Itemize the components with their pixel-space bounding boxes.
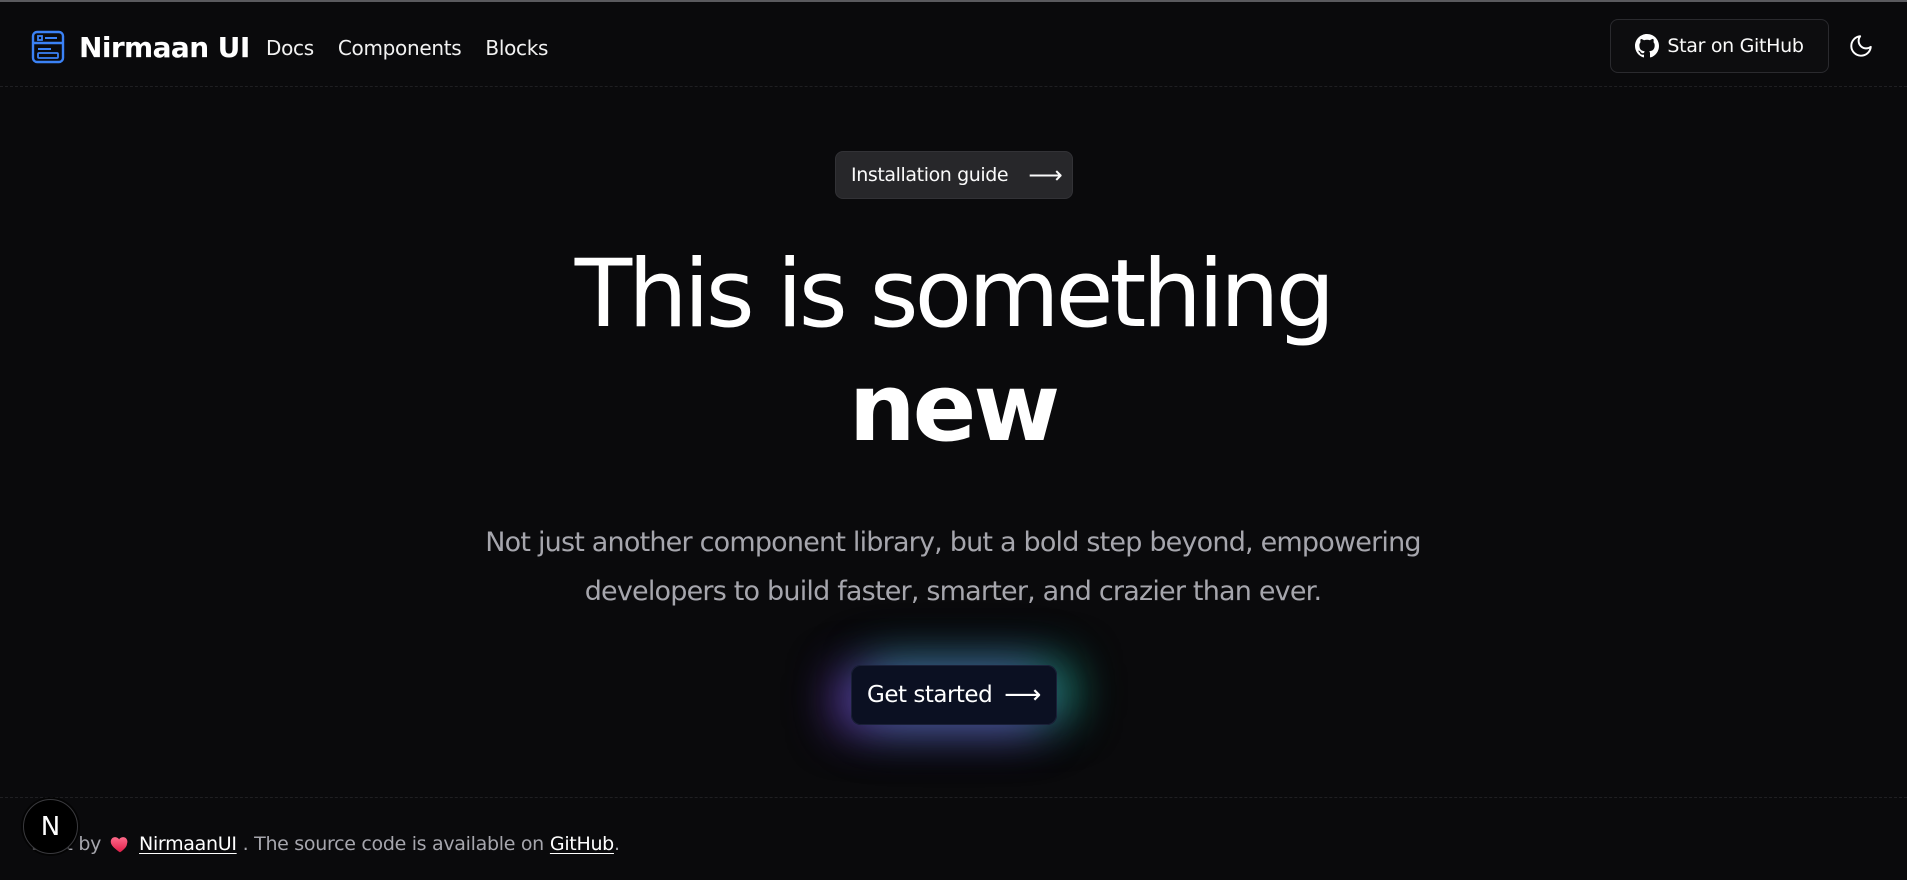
installation-guide-button[interactable]: Installation guide ⟶ [835, 151, 1073, 199]
get-started-label: Get started [867, 682, 993, 708]
site-footer: Built by NirmaanUI . The source code is … [0, 797, 1907, 880]
hero-subtitle-line-2: developers to build faster, smarter, and… [584, 576, 1322, 607]
moon-icon [1850, 35, 1872, 57]
nav-link-blocks[interactable]: Blocks [485, 36, 548, 60]
hero-subtitle: Not just another component library, but … [453, 518, 1453, 616]
nav-link-components[interactable]: Components [338, 36, 462, 60]
footer-suffix: . [613, 833, 620, 855]
heart-icon [110, 837, 128, 853]
github-button-label: Star on GitHub [1667, 35, 1804, 57]
hero-subtitle-line-1: Not just another component library, but … [485, 527, 1421, 558]
hero-title: This is something new [453, 238, 1453, 466]
footer-middle-text: . The source code is available on [242, 833, 545, 855]
brand-name: Nirmaan UI [79, 30, 250, 64]
nav-link-docs[interactable]: Docs [266, 36, 314, 60]
hero-title-line-1: This is something [574, 240, 1336, 349]
arrow-right-icon: ⟶ [1004, 680, 1041, 710]
brand-link[interactable]: Nirmaan UI [31, 29, 250, 65]
footer-github-link[interactable]: GitHub [550, 833, 614, 855]
footer-credits: Built by NirmaanUI . The source code is … [31, 830, 620, 858]
nextjs-logo-icon: N [40, 811, 61, 842]
footer-author-link[interactable]: NirmaanUI [139, 833, 237, 855]
star-on-github-button[interactable]: Star on GitHub [1610, 19, 1829, 73]
arrow-right-icon: ⟶ [1028, 161, 1063, 189]
main-nav: Docs Components Blocks [266, 33, 548, 63]
installation-guide-label: Installation guide [851, 164, 1009, 186]
get-started-button[interactable]: Get started ⟶ [851, 665, 1057, 725]
theme-toggle-button[interactable] [1847, 32, 1875, 60]
site-header: Nirmaan UI Docs Components Blocks Star o… [0, 2, 1907, 87]
hero-title-line-2: new [848, 354, 1061, 463]
layout-panel-icon [31, 30, 65, 64]
nextjs-dev-badge[interactable]: N [23, 799, 78, 854]
github-icon [1635, 34, 1660, 58]
